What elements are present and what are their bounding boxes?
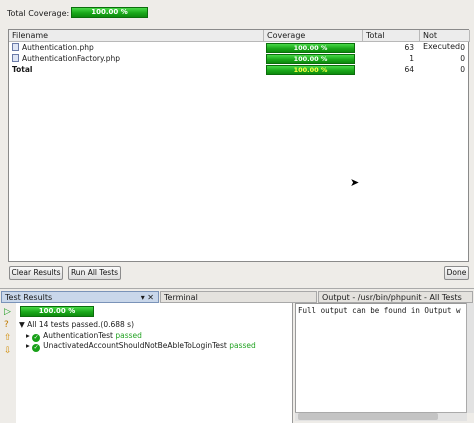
pass-check-icon: ✓ bbox=[32, 344, 41, 352]
arrow-up-icon[interactable]: ⇧ bbox=[4, 333, 12, 343]
output-pane bbox=[295, 303, 467, 413]
test-status: passed bbox=[229, 341, 256, 350]
panel-divider[interactable] bbox=[0, 288, 474, 289]
table-row[interactable]: Authentication.php 100.00 % 63 0 bbox=[9, 43, 468, 53]
not-executed-cell: 0 bbox=[460, 65, 465, 74]
filename-cell: Total bbox=[12, 65, 33, 74]
results-toolbar: ▷ ? ⇧ ⇩ bbox=[0, 303, 16, 423]
test-progress-bar: 100.00 % bbox=[20, 306, 94, 317]
header-filename[interactable]: Filename bbox=[9, 30, 264, 42]
total-cell: 63 bbox=[404, 43, 414, 52]
coverage-bar: 100.00 % bbox=[266, 65, 355, 75]
filename-cell: AuthenticationFactory.php bbox=[22, 54, 121, 63]
arrow-down-icon[interactable]: ⇩ bbox=[4, 346, 12, 356]
header-not-executed[interactable]: Not Executed bbox=[420, 30, 470, 51]
output-text: Full output can be found in Output w bbox=[298, 306, 461, 315]
filename-cell: Authentication.php bbox=[22, 43, 94, 52]
results-summary[interactable]: ▼ All 14 tests passed.(0.688 s) bbox=[19, 320, 134, 329]
filter-icon[interactable]: ? bbox=[4, 320, 9, 330]
mouse-cursor-icon: ➤ bbox=[350, 176, 360, 189]
table-row[interactable]: AuthenticationFactory.php 100.00 % 1 0 bbox=[9, 54, 468, 64]
coverage-table: Filename Coverage Total Not Executed Aut… bbox=[8, 29, 470, 262]
vertical-scrollbar[interactable] bbox=[466, 303, 474, 413]
tab-test-results[interactable]: Test Results ▾ ✕ bbox=[1, 291, 159, 303]
test-item[interactable]: ▸ ✓ UnactivatedAccountShouldNotBeAbleToLo… bbox=[26, 341, 256, 352]
total-coverage-label: Total Coverage: bbox=[7, 9, 70, 18]
total-cell: 64 bbox=[404, 65, 414, 74]
total-coverage-bar: 100.00 % bbox=[71, 7, 148, 18]
clear-results-button[interactable]: Clear Results bbox=[9, 266, 63, 280]
coverage-bar: 100.00 % bbox=[266, 54, 355, 64]
header-total[interactable]: Total bbox=[363, 30, 420, 42]
php-file-icon bbox=[12, 43, 19, 51]
tab-terminal[interactable]: Terminal bbox=[160, 291, 317, 303]
tab-label: Test Results bbox=[5, 293, 53, 302]
scrollbar-thumb[interactable] bbox=[298, 413, 438, 420]
coverage-bar: 100.00 % bbox=[266, 43, 355, 53]
test-status: passed bbox=[115, 331, 142, 340]
not-executed-cell: 0 bbox=[460, 43, 465, 52]
total-cell: 1 bbox=[409, 54, 414, 63]
done-button[interactable]: Done bbox=[444, 266, 469, 280]
run-all-tests-button[interactable]: Run All Tests bbox=[68, 266, 121, 280]
header-coverage[interactable]: Coverage bbox=[264, 30, 363, 42]
not-executed-cell: 0 bbox=[460, 54, 465, 63]
table-row-total[interactable]: Total 100.00 % 64 0 bbox=[9, 65, 468, 75]
collapse-icon[interactable]: ▼ bbox=[19, 320, 27, 329]
php-file-icon bbox=[12, 54, 19, 62]
rerun-icon[interactable]: ▷ bbox=[4, 307, 11, 317]
tab-output[interactable]: Output - /usr/bin/phpunit - All Tests bbox=[318, 291, 473, 303]
